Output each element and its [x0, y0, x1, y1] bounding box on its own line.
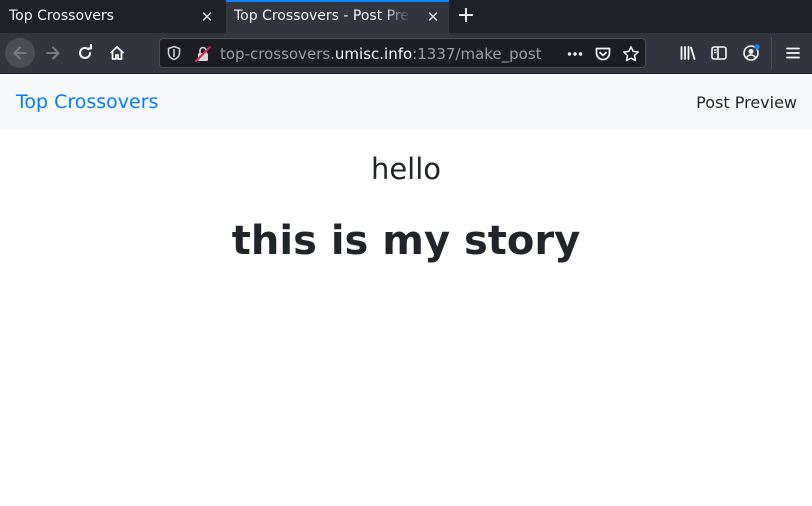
site-navbar: Top Crossovers Post Preview — [0, 74, 812, 130]
arrow-left-icon[interactable] — [5, 38, 35, 68]
plus-icon[interactable]: + — [455, 5, 477, 27]
hamburger-menu-icon[interactable] — [778, 38, 808, 68]
pocket-icon[interactable] — [594, 45, 612, 63]
url-text: top-crossovers.umisc.info:1337/make_post — [220, 45, 542, 63]
tab-strip: Top Crossovers ✕ Top Crossovers - Post P… — [0, 0, 812, 33]
insecure-lock-icon[interactable] — [194, 45, 212, 63]
nav-bar: top-crossovers.umisc.info:1337/make_post — [0, 33, 812, 74]
url-bar[interactable]: top-crossovers.umisc.info:1337/make_post — [159, 38, 646, 68]
reload-icon[interactable] — [70, 38, 100, 68]
page-label: Post Preview — [696, 93, 797, 112]
home-icon[interactable] — [102, 38, 132, 68]
url-prefix: top-crossovers. — [220, 45, 335, 63]
url-suffix: :1337/make_post — [412, 45, 542, 63]
toolbar-divider — [771, 37, 772, 69]
tab-post-preview[interactable]: Top Crossovers - Post Preview ✕ — [226, 0, 449, 33]
arrow-right-icon[interactable] — [38, 38, 68, 68]
post-body: this is my story — [231, 218, 581, 264]
sidebar-icon[interactable] — [704, 38, 734, 68]
url-domain: umisc.info — [334, 45, 413, 63]
tab-top-crossovers[interactable]: Top Crossovers ✕ — [0, 0, 224, 33]
shield-icon[interactable] — [166, 45, 182, 61]
star-icon[interactable] — [622, 45, 640, 63]
more-icon[interactable] — [566, 45, 584, 63]
close-icon[interactable]: ✕ — [200, 10, 214, 25]
post-title: hello — [370, 152, 442, 186]
brand-link[interactable]: Top Crossovers — [16, 91, 158, 113]
close-icon[interactable]: ✕ — [426, 10, 440, 25]
tab-title: Top Crossovers - Post Preview — [234, 8, 410, 24]
account-icon[interactable] — [736, 38, 766, 68]
library-icon[interactable] — [673, 38, 703, 68]
tab-title: Top Crossovers — [9, 8, 114, 24]
